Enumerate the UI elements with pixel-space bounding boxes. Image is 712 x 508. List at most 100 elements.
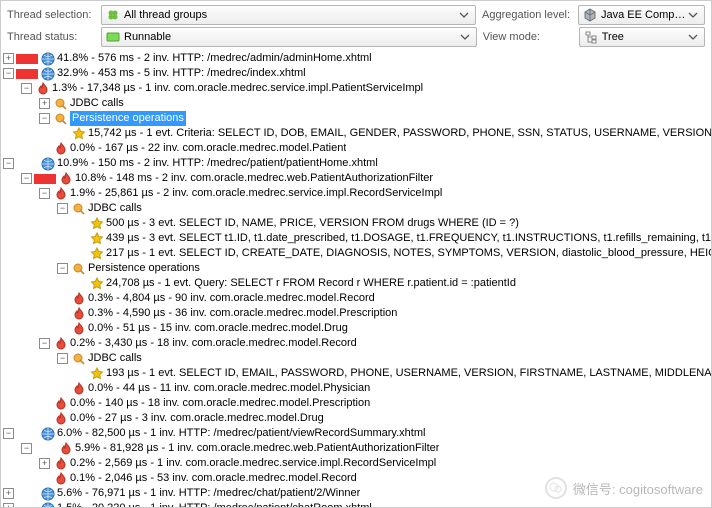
view-mode-label: View mode:	[483, 31, 573, 43]
tree-row[interactable]: 0.1% - 2,046 µs - 53 inv. com.oracle.med…	[3, 471, 711, 486]
tree-row-label: 0.0% - 140 µs - 18 inv. com.oracle.medre…	[70, 396, 370, 411]
percentage-bar	[16, 69, 38, 79]
tree-row[interactable]: −Persistence operations	[3, 111, 711, 126]
tree-row[interactable]: 439 µs - 3 evt. SELECT t1.ID, t1.date_pr…	[3, 231, 711, 246]
collapse-toggle[interactable]: −	[3, 428, 14, 439]
tree-row[interactable]: −10.9% - 150 ms - 2 inv. HTTP: /medrec/p…	[3, 156, 711, 171]
percentage-bar	[16, 504, 38, 508]
no-toggle	[39, 398, 50, 409]
tree-row-label: 1.3% - 17,348 µs - 1 inv. com.oracle.med…	[52, 81, 423, 96]
expand-toggle[interactable]: +	[3, 503, 14, 507]
tree-row-label: 6.0% - 82,500 µs - 1 inv. HTTP: /medrec/…	[57, 426, 425, 441]
chevron-down-icon	[686, 8, 700, 22]
hot-icon	[72, 382, 86, 396]
collapse-toggle[interactable]: −	[57, 353, 68, 364]
collapse-toggle[interactable]: −	[39, 338, 50, 349]
call-tree[interactable]: +41.8% - 576 ms - 2 inv. HTTP: /medrec/a…	[1, 49, 711, 507]
no-toggle	[57, 128, 68, 139]
expand-toggle[interactable]: +	[39, 98, 50, 109]
expand-toggle[interactable]: +	[3, 488, 14, 499]
tree-row[interactable]: 0.0% - 140 µs - 18 inv. com.oracle.medre…	[3, 396, 711, 411]
star-icon	[90, 247, 104, 261]
tree-row[interactable]: +JDBC calls	[3, 96, 711, 111]
collapse-toggle[interactable]: −	[21, 173, 32, 184]
collapse-toggle[interactable]: −	[21, 443, 32, 454]
no-toggle	[57, 323, 68, 334]
hot-icon	[54, 457, 68, 471]
view-mode-value: Tree	[602, 31, 624, 43]
tree-row[interactable]: 0.0% - 27 µs - 3 inv. com.oracle.medrec.…	[3, 411, 711, 426]
thread-selection-label: Thread selection:	[7, 9, 95, 21]
tree-row[interactable]: 24,708 µs - 1 evt. Query: SELECT r FROM …	[3, 276, 711, 291]
globe-icon	[41, 487, 55, 501]
no-toggle	[57, 308, 68, 319]
collapse-toggle[interactable]: −	[21, 83, 32, 94]
tree-row[interactable]: −JDBC calls	[3, 351, 711, 366]
no-toggle	[75, 218, 86, 229]
tree-row[interactable]: −Persistence operations	[3, 261, 711, 276]
toolbar: Thread selection: All thread groups Aggr…	[1, 1, 711, 48]
expand-toggle[interactable]: +	[39, 458, 50, 469]
tree-row[interactable]: − 0.2% - 3,430 µs - 18 inv. com.oracle.me…	[3, 336, 711, 351]
tree-row[interactable]: 0.0% - 51 µs - 15 inv. com.oracle.medrec…	[3, 321, 711, 336]
thread-selection-combo[interactable]: All thread groups	[101, 5, 476, 25]
expand-toggle[interactable]: +	[3, 53, 14, 64]
tree-row[interactable]: +0.2% - 2,569 µs - 1 inv. com.oracle.med…	[3, 456, 711, 471]
percentage-bar	[34, 444, 56, 454]
aggregation-combo[interactable]: Java EE Components	[578, 5, 705, 25]
tree-row[interactable]: −5.9% - 81,928 µs - 1 inv. com.oracle.me…	[3, 441, 711, 456]
tree-row[interactable]: 500 µs - 3 evt. SELECT ID, NAME, PRICE, …	[3, 216, 711, 231]
tree-row-label: 500 µs - 3 evt. SELECT ID, NAME, PRICE, …	[106, 216, 519, 231]
collapse-toggle[interactable]: −	[3, 158, 14, 169]
tree-row[interactable]: 0.0% - 44 µs - 11 inv. com.oracle.medrec…	[3, 381, 711, 396]
tree-row[interactable]: +41.8% - 576 ms - 2 inv. HTTP: /medrec/a…	[3, 51, 711, 66]
tree-row[interactable]: −JDBC calls	[3, 201, 711, 216]
hot-icon	[59, 442, 73, 456]
collapse-toggle[interactable]: −	[3, 68, 14, 79]
hot-icon	[36, 82, 50, 96]
tree-row[interactable]: 217 µs - 1 evt. SELECT ID, CREATE_DATE, …	[3, 246, 711, 261]
tree-row[interactable]: +5.6% - 76,971 µs - 1 inv. HTTP: /medrec…	[3, 486, 711, 501]
collapse-toggle[interactable]: −	[39, 113, 50, 124]
tree-row[interactable]: −1.9% - 25,861 µs - 2 inv. com.oracle.me…	[3, 186, 711, 201]
clover-icon	[106, 8, 120, 22]
tree-row[interactable]: −32.9% - 453 ms - 5 inv. HTTP: /medrec/i…	[3, 66, 711, 81]
chevron-down-icon	[458, 30, 472, 44]
tree-row-label: 0.0% - 51 µs - 15 inv. com.oracle.medrec…	[88, 321, 348, 336]
tree-row[interactable]: 0.3% - 4,804 µs - 90 inv. com.oracle.med…	[3, 291, 711, 306]
tree-row-label: 193 µs - 1 evt. SELECT ID, EMAIL, PASSWO…	[106, 366, 711, 381]
tree-row[interactable]: 0.0% - 167 µs - 22 inv. com.oracle.medre…	[3, 141, 711, 156]
collapse-toggle[interactable]: −	[57, 203, 68, 214]
percentage-bar	[16, 54, 38, 64]
thread-status-value: Runnable	[124, 31, 171, 43]
tree-row-label: 1.5% - 20,220 µs - 1 inv. HTTP: /medrec/…	[57, 501, 372, 507]
hot-icon	[54, 187, 68, 201]
collapse-toggle[interactable]: −	[39, 188, 50, 199]
star-icon	[90, 217, 104, 231]
tree-row-label: 0.0% - 167 µs - 22 inv. com.oracle.medre…	[70, 141, 346, 156]
tree-row-label: 10.8% - 148 ms - 2 inv. com.oracle.medre…	[75, 171, 433, 186]
globe-icon	[41, 427, 55, 441]
thread-status-combo[interactable]: Runnable	[101, 27, 477, 47]
aggregation-value: Java EE Components	[601, 9, 686, 21]
view-mode-combo[interactable]: Tree	[579, 27, 705, 47]
percentage-bar	[16, 489, 38, 499]
tree-row-label: 15,742 µs - 1 evt. Criteria: SELECT ID, …	[88, 126, 711, 141]
tree-row-label: 217 µs - 1 evt. SELECT ID, CREATE_DATE, …	[106, 246, 711, 261]
percentage-bar	[16, 429, 38, 439]
star-icon	[90, 367, 104, 381]
chevron-down-icon	[457, 8, 471, 22]
tree-row-label: 439 µs - 3 evt. SELECT t1.ID, t1.date_pr…	[106, 231, 711, 246]
tree-row[interactable]: 193 µs - 1 evt. SELECT ID, EMAIL, PASSWO…	[3, 366, 711, 381]
no-toggle	[57, 383, 68, 394]
hot-icon	[54, 397, 68, 411]
tree-row[interactable]: 15,742 µs - 1 evt. Criteria: SELECT ID, …	[3, 126, 711, 141]
tree-row[interactable]: +1.5% - 20,220 µs - 1 inv. HTTP: /medrec…	[3, 501, 711, 507]
collapse-toggle[interactable]: −	[57, 263, 68, 274]
tree-row[interactable]: − 6.0% - 82,500 µs - 1 inv. HTTP: /medrec…	[3, 426, 711, 441]
tree-row[interactable]: − 10.8% - 148 ms - 2 inv. com.oracle.medr…	[3, 171, 711, 186]
no-toggle	[75, 248, 86, 259]
tree-row[interactable]: − 1.3% - 17,348 µs - 1 inv. com.oracle.me…	[3, 81, 711, 96]
tree-row-label: 0.2% - 3,430 µs - 18 inv. com.oracle.med…	[70, 336, 357, 351]
tree-row[interactable]: 0.3% - 4,590 µs - 36 inv. com.oracle.med…	[3, 306, 711, 321]
